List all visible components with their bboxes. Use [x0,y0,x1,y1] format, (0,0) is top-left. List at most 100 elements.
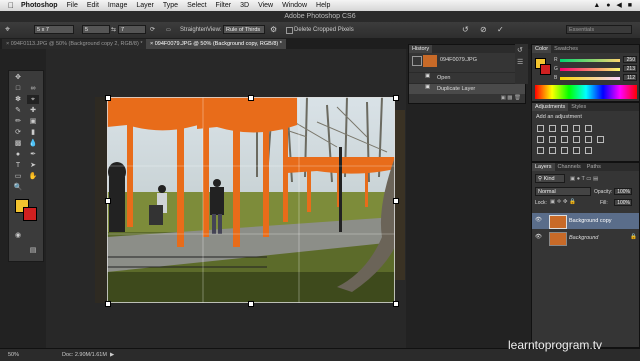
menu-help[interactable]: Help [316,2,330,9]
stamp-tool-icon[interactable]: ▣ [27,117,39,126]
invert-icon[interactable] [537,147,544,154]
tab-document-2[interactable]: × 094F0079.JPG @ 50% (Background copy, R… [146,39,286,49]
menu-3d[interactable]: 3D [240,2,249,9]
type-tool-icon[interactable]: T [12,161,24,170]
crop-handle-top[interactable] [248,95,254,101]
clear-icon[interactable]: ⟳ [150,25,155,35]
brush-tool-icon[interactable]: ✏ [12,117,24,126]
document-image[interactable] [107,97,395,303]
workspace-select[interactable]: Essentials [566,25,632,34]
quick-select-tool-icon[interactable]: ✽ [12,95,24,104]
layer-row-background[interactable]: 👁 Background 🔒 [532,230,639,246]
status-arrow-icon[interactable]: ▶ [110,349,114,361]
move-tool-icon[interactable]: ✥ [12,73,24,82]
menu-edit[interactable]: Edit [87,2,99,9]
color-bg-swatch[interactable] [540,64,551,75]
gear-icon[interactable]: ⚙ [270,25,277,34]
zoom-tool-icon[interactable]: 🔍 [12,183,24,192]
menu-file[interactable]: File [67,2,78,9]
crop-handle-tr[interactable] [393,95,399,101]
crop-tool-icon[interactable]: ⌖ [5,25,10,34]
brightness-contrast-icon[interactable] [537,125,544,132]
dodge-tool-icon[interactable]: ● [12,150,24,159]
commit-check-icon[interactable]: ✓ [497,25,504,34]
menu-layer[interactable]: Layer [136,2,154,9]
hand-tool-icon[interactable]: ✋ [27,172,39,181]
blur-tool-icon[interactable]: 💧 [27,139,39,148]
lock-icons[interactable]: ▣ ✛ ✥ 🔒 [550,199,576,205]
tab-channels[interactable]: Channels [555,163,584,171]
snapshot-source-icon[interactable] [412,56,422,66]
history-item-duplicate[interactable]: ▣ Duplicate Layer [409,83,525,94]
green-value[interactable]: 213 [623,65,637,72]
tab-layers[interactable]: Layers [532,163,555,171]
levels-icon[interactable] [549,125,556,132]
opacity-input[interactable]: 100% [614,188,632,195]
crop-handle-bl[interactable] [105,301,111,307]
color-spectrum-ramp[interactable] [535,85,637,99]
menu-window[interactable]: Window [282,2,307,9]
curves-icon[interactable] [561,125,568,132]
menu-image[interactable]: Image [108,2,127,9]
gradient-tool-icon[interactable]: ▩ [12,139,24,148]
tab-color[interactable]: Color [532,45,552,53]
view-overlay-select[interactable]: Rule of Thirds [223,25,265,34]
delete-cropped-checkbox[interactable] [286,27,293,34]
posterize-icon[interactable] [549,147,556,154]
apple-icon[interactable]:  [8,1,14,10]
tab-swatches[interactable]: Swatches [551,45,581,53]
crop-tool-icon[interactable]: ⌖ [27,95,39,104]
eraser-tool-icon[interactable]: ▮ [27,128,39,137]
crop-handle-br[interactable] [393,301,399,307]
shape-tool-icon[interactable]: ▭ [12,172,24,181]
tab-paths[interactable]: Paths [584,163,604,171]
history-brush-tool-icon[interactable]: ⟳ [12,128,24,137]
lasso-tool-icon[interactable]: ∞ [27,84,39,93]
red-value[interactable]: 250 [623,56,637,63]
blue-value[interactable]: 112 [623,74,637,81]
swap-icon[interactable]: ⇆ [111,25,116,35]
marquee-tool-icon[interactable]: □ [12,84,24,93]
pen-tool-icon[interactable]: ✒ [27,150,39,159]
black-white-icon[interactable] [561,136,568,143]
history-item-open[interactable]: ▣ Open [409,72,525,83]
selective-color-icon[interactable] [573,147,580,154]
channel-mixer-icon[interactable] [585,136,592,143]
menu-select[interactable]: Select [187,2,206,9]
crop-handle-tl[interactable] [105,95,111,101]
blend-mode-select[interactable]: Normal [535,187,591,196]
reset-icon[interactable]: ↺ [462,25,469,34]
crop-handle-left[interactable] [105,198,111,204]
ratio-preset-select[interactable]: 5 x 7 [34,25,74,34]
background-color-swatch[interactable] [23,207,37,221]
menu-view[interactable]: View [258,2,273,9]
gradient-map-icon[interactable] [585,147,592,154]
blue-slider[interactable] [560,77,620,80]
menu-type[interactable]: Type [163,2,178,9]
healing-tool-icon[interactable]: ✚ [27,106,39,115]
height-input[interactable]: 7 [118,25,146,34]
straighten-button[interactable]: Straighten [180,25,207,35]
hue-saturation-icon[interactable] [537,136,544,143]
vibrance-icon[interactable] [585,125,592,132]
cancel-icon[interactable]: ⊘ [480,25,487,34]
visibility-eye-icon[interactable]: 👁 [535,234,542,240]
eyedropper-tool-icon[interactable]: ✎ [12,106,24,115]
fill-input[interactable]: 100% [614,199,632,206]
tab-document-1[interactable]: × 094F0113.JPG @ 50% (Background copy 2,… [2,39,147,49]
history-footer-icons[interactable]: ▣ ▩ 🗑 [409,95,525,103]
tab-history[interactable]: History [409,45,433,53]
menu-filter[interactable]: Filter [216,2,232,9]
layer-row-background-copy[interactable]: 👁 Background copy [532,213,639,229]
color-lookup-icon[interactable] [597,136,604,143]
tab-adjustments[interactable]: Adjustments [532,103,569,111]
layer-filter-kind-select[interactable]: ⚲ Kind [535,174,565,183]
green-slider[interactable] [560,68,620,71]
red-slider[interactable] [560,59,620,62]
threshold-icon[interactable] [561,147,568,154]
history-snapshot[interactable]: 094F0079.JPG [409,55,525,71]
exposure-icon[interactable] [573,125,580,132]
crop-handle-bottom[interactable] [248,301,254,307]
quick-mask-icon[interactable]: ◉ [12,231,24,240]
layer-filter-icons[interactable]: ▣ ● T ▭ ▤ [570,176,639,182]
